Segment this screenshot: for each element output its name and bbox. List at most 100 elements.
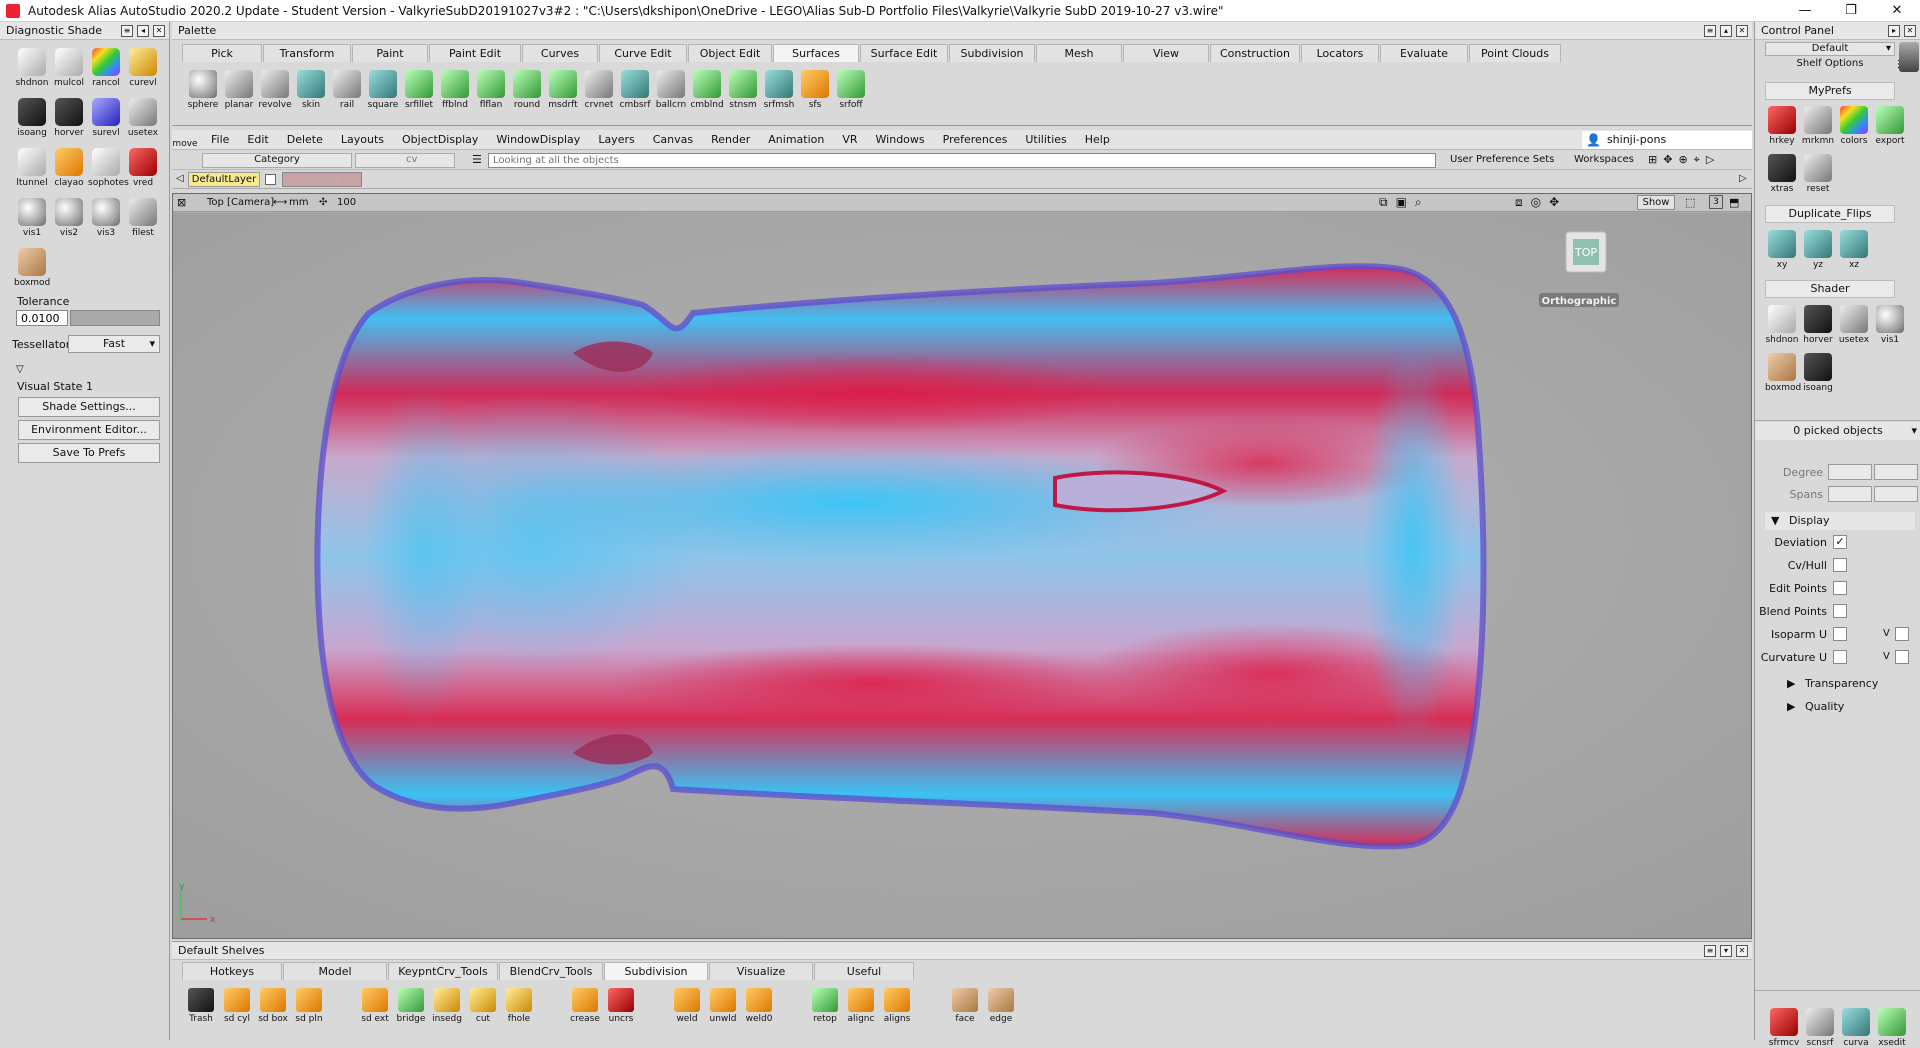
menu-objectdisplay[interactable]: ObjectDisplay <box>393 133 487 146</box>
camera-icon[interactable]: ⧉ <box>1379 195 1388 210</box>
shelves-down-icon[interactable]: ▾ <box>1720 944 1732 957</box>
ctrl-xz-button[interactable]: xz <box>1837 230 1871 270</box>
display-curvature-u-v-checkbox[interactable] <box>1895 650 1909 664</box>
tool-ltunnel-button[interactable]: ltunnel <box>14 148 50 188</box>
ctrl-vis1-button[interactable]: vis1 <box>1873 305 1907 345</box>
menu-help[interactable]: Help <box>1076 133 1119 146</box>
display-isoparm-u-checkbox[interactable] <box>1833 627 1847 641</box>
tumble-icon[interactable]: ⧈ <box>1515 195 1523 210</box>
palette-tab-point-clouds[interactable]: Point Clouds <box>1469 44 1561 62</box>
palette-tab-pick[interactable]: Pick <box>182 44 262 62</box>
palette-tab-construction[interactable]: Construction <box>1210 44 1300 62</box>
palette-tab-subdivision[interactable]: Subdivision <box>949 44 1035 62</box>
shelves-menu-icon[interactable]: ≡ <box>1704 944 1716 957</box>
tool-clayao-button[interactable]: clayao <box>51 148 87 188</box>
spans-u-field[interactable] <box>1828 486 1872 502</box>
car-model-canvas[interactable]: TOP Orthographic y x <box>173 213 1751 938</box>
shelf-face-button[interactable]: face <box>948 988 982 1024</box>
palette-flflan-button[interactable]: flflan <box>474 70 508 110</box>
modeling-viewport[interactable]: ⊠ Top [Camera] ⟷ mm ✣ 100 ⧉ ▣ ⌕ ⧈ ◎ ✥ Sh… <box>172 193 1752 939</box>
palette-stnsm-button[interactable]: stnsm <box>726 70 760 110</box>
shelf-crease-button[interactable]: crease <box>568 988 602 1024</box>
shelf-retop-button[interactable]: retop <box>808 988 842 1024</box>
control-panel-close-icon[interactable]: ✕ <box>1904 24 1916 37</box>
menu-vr[interactable]: VR <box>833 133 866 146</box>
shelf-alignc-button[interactable]: alignc <box>844 988 878 1024</box>
menu-file[interactable]: File <box>202 133 238 146</box>
palette-tab-transform[interactable]: Transform <box>263 44 351 62</box>
trash-icon[interactable] <box>1899 42 1919 72</box>
shelf-tab-blendcrv-tools[interactable]: BlendCrv_Tools <box>499 962 603 980</box>
ctrl-horver-button[interactable]: horver <box>1801 305 1835 345</box>
menu-layers[interactable]: Layers <box>589 133 643 146</box>
menu-windowdisplay[interactable]: WindowDisplay <box>487 133 589 146</box>
workspaces-button[interactable]: Workspaces <box>1574 154 1634 165</box>
tool-usetex-button[interactable]: usetex <box>125 98 161 138</box>
ctrl-scnsrf-button[interactable]: scnsrf <box>1803 1008 1837 1048</box>
object-search-input[interactable] <box>488 153 1436 168</box>
ctrl-yz-button[interactable]: yz <box>1801 230 1835 270</box>
palette-skin-button[interactable]: skin <box>294 70 328 110</box>
palette-tab-curve-edit[interactable]: Curve Edit <box>599 44 687 62</box>
shade-settings-button[interactable]: Shade Settings... <box>18 397 160 417</box>
display-isoparm-u-v-checkbox[interactable] <box>1895 627 1909 641</box>
display-blend-points-checkbox[interactable] <box>1833 604 1847 618</box>
palette-tab-object-edit[interactable]: Object Edit <box>688 44 772 62</box>
palette-srfoff-button[interactable]: srfoff <box>834 70 868 110</box>
window-layout-icon[interactable]: ⬚ <box>1685 196 1695 209</box>
tool-vred-button[interactable]: vred <box>125 148 161 188</box>
palette-tab-surface-edit[interactable]: Surface Edit <box>860 44 948 62</box>
menu-preferences[interactable]: Preferences <box>934 133 1017 146</box>
layer-checkbox[interactable] <box>265 174 276 185</box>
ctrl-reset-button[interactable]: reset <box>1801 154 1835 194</box>
palette-revolve-button[interactable]: revolve <box>258 70 292 110</box>
frame-icon[interactable]: ▣ <box>1396 195 1407 210</box>
tool-sophotes-button[interactable]: sophotes <box>88 148 129 188</box>
shelf-sd-pln-button[interactable]: sd pln <box>292 988 326 1024</box>
degree-u-field[interactable] <box>1828 464 1872 480</box>
show-button[interactable]: Show <box>1637 195 1675 210</box>
tool-surevl-button[interactable]: surevl <box>88 98 124 138</box>
picked-objects[interactable]: 0 picked objects ▾ <box>1755 422 1920 440</box>
display-section-toggle[interactable]: ▼ Display <box>1765 512 1915 530</box>
palette-square-button[interactable]: square <box>366 70 400 110</box>
shelf-sd-ext-button[interactable]: sd ext <box>358 988 392 1024</box>
viewport-close-icon[interactable]: ⊠ <box>177 196 186 209</box>
palette-tab-paint-edit[interactable]: Paint Edit <box>429 44 521 62</box>
palette-cmbsrf-button[interactable]: cmbsrf <box>618 70 652 110</box>
orbit-icon[interactable]: ◎ <box>1531 195 1541 210</box>
ctrl-xy-button[interactable]: xy <box>1765 230 1799 270</box>
view-number[interactable]: 3 <box>1709 195 1723 209</box>
menu-utilities[interactable]: Utilities <box>1016 133 1075 146</box>
shelf-weld-button[interactable]: weld <box>670 988 704 1024</box>
menu-layouts[interactable]: Layouts <box>332 133 393 146</box>
palette-close-icon[interactable]: ✕ <box>1736 24 1748 37</box>
user-account[interactable]: 👤 shinji-pons <box>1582 130 1752 149</box>
shelf-uncrs-button[interactable]: uncrs <box>604 988 638 1024</box>
palette-rail-button[interactable]: rail <box>330 70 364 110</box>
car-body[interactable] <box>314 263 1487 850</box>
ctrl-boxmod-button[interactable]: boxmod <box>1765 353 1801 393</box>
palette-sphere-button[interactable]: sphere <box>186 70 220 110</box>
shelf-options-button[interactable]: Shelf Options <box>1765 58 1895 72</box>
display-cv-hull-checkbox[interactable] <box>1833 558 1847 572</box>
spans-v-field[interactable] <box>1874 486 1918 502</box>
shelf-fhole-button[interactable]: fhole <box>502 988 536 1024</box>
transparency-section[interactable]: ▶ Transparency <box>1787 677 1878 690</box>
ctrl-xtras-button[interactable]: xtras <box>1765 154 1799 194</box>
shelf-cut-button[interactable]: cut <box>466 988 500 1024</box>
palette-tab-view[interactable]: View <box>1123 44 1209 62</box>
shelf-tab-keypntcrv-tools[interactable]: KeypntCrv_Tools <box>388 962 498 980</box>
arrow-right-icon[interactable]: ▷ <box>1706 153 1714 167</box>
ctrl-shdnon-button[interactable]: shdnon <box>1765 305 1799 345</box>
lock-icon[interactable]: ⊕ <box>1678 153 1687 167</box>
list-icon[interactable]: ☰ <box>472 153 482 166</box>
shelf-sd-cyl-button[interactable]: sd cyl <box>220 988 254 1024</box>
ctrl-isoang-button[interactable]: isoang <box>1801 353 1835 393</box>
shelf-aligns-button[interactable]: aligns <box>880 988 914 1024</box>
ctrl-export-button[interactable]: export <box>1873 106 1907 146</box>
palette-tab-surfaces[interactable]: Surfaces <box>773 44 859 62</box>
move-tool[interactable]: move <box>172 130 198 150</box>
ctrl-xsedit-button[interactable]: xsedit <box>1875 1008 1909 1048</box>
palette-ballcrn-button[interactable]: ballcrn <box>654 70 688 110</box>
